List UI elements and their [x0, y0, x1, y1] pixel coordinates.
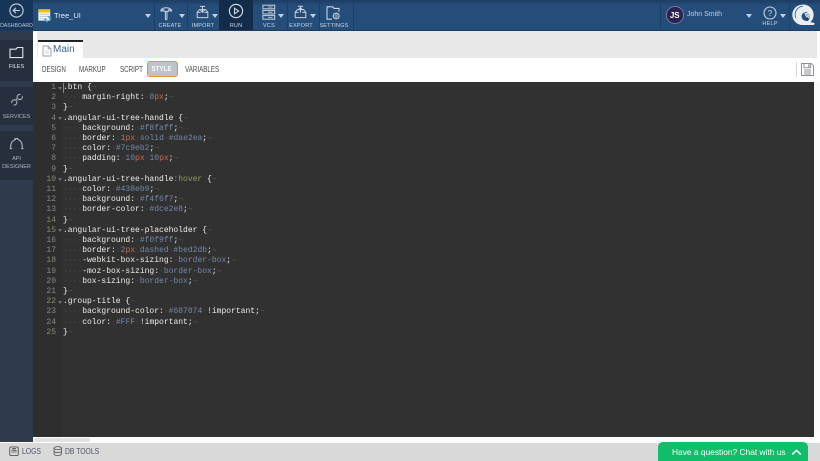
- svg-text:?: ?: [768, 8, 773, 18]
